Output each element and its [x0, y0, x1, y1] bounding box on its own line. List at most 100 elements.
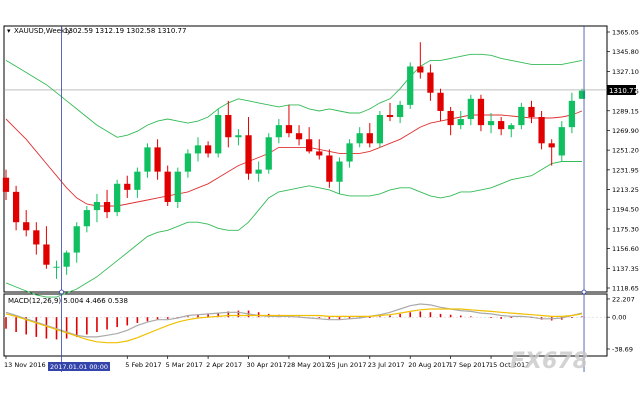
crosshair-handle	[581, 289, 587, 295]
candle-body	[316, 151, 323, 156]
candle-body	[265, 137, 272, 170]
time-axis-label: 5 Mar 2017	[166, 361, 203, 369]
candle-body	[12, 191, 20, 223]
time-axis-label: 25 Jun 2017	[327, 361, 366, 369]
candle-body	[457, 119, 464, 126]
price-axis-label: 1289.15	[612, 107, 639, 115]
candle-body	[427, 72, 434, 93]
macd-panel	[4, 303, 607, 344]
candle-body	[275, 125, 282, 138]
time-axis-label: 30 Apr 2017	[247, 361, 287, 369]
candle-body	[417, 66, 424, 73]
time-axis-label: 13 Nov 2016	[4, 361, 46, 369]
price-panel	[2, 42, 607, 298]
candle-body	[63, 252, 70, 267]
candle-body	[215, 115, 222, 154]
candle-body	[295, 133, 303, 140]
candle-body	[255, 169, 262, 174]
candle-body	[326, 155, 333, 182]
candle-body	[487, 121, 495, 126]
candle-body	[437, 92, 444, 111]
candle-body	[194, 145, 202, 154]
candle-body	[114, 183, 121, 213]
chart-window: 1365.051345.801327.101308.351289.151269.…	[0, 0, 640, 400]
candle-body	[23, 222, 30, 231]
macd-label: MACD(12,26,9) 5.004 4.466 0.538	[8, 297, 128, 305]
macd-main-line	[5, 303, 583, 338]
time-axis-label: 23 Jul 2017	[368, 361, 405, 369]
candle-body	[154, 147, 161, 172]
candle-body	[184, 153, 192, 172]
chart-title: XAUUSD,Weekly	[14, 27, 71, 35]
price-panel-frame	[3, 25, 608, 293]
time-axis-label: 5 Feb 2017	[125, 361, 161, 369]
candle-body	[2, 177, 10, 192]
symbol-dropdown-icon[interactable]: ▾	[7, 27, 11, 35]
candle-body	[134, 171, 141, 190]
time-axis-label: 20 Aug 2017	[408, 361, 450, 369]
candle-body	[306, 139, 313, 152]
bollinger-lower-line	[5, 161, 582, 298]
time-axis-label: 28 May 2017	[287, 361, 329, 369]
price-axis-label: 1345.80	[612, 48, 639, 56]
price-axis-label: 1231.95	[612, 166, 639, 174]
candle-body	[53, 266, 60, 268]
candle-body	[124, 183, 131, 190]
candle-body	[336, 161, 343, 182]
candle-body	[366, 133, 373, 144]
candle-body	[407, 66, 414, 105]
crosshair-handle	[59, 289, 64, 295]
candle-body	[558, 127, 565, 156]
candle-body	[225, 115, 232, 138]
candle-body	[43, 244, 50, 265]
time-axis-label: 2 Apr 2017	[206, 361, 242, 369]
crosshair-date-label: 2017.01.01 00:00	[50, 363, 108, 371]
macd-axis-label: -38.69	[612, 345, 633, 353]
candle-body	[528, 106, 535, 118]
candle-body	[376, 115, 384, 144]
price-axis-label: 1251.20	[612, 147, 639, 155]
price-axis-label: 1194.50	[612, 206, 639, 214]
candle-body	[467, 98, 474, 120]
watermark-logo: FX678	[510, 349, 588, 374]
candle-body	[386, 115, 394, 118]
candle-body	[508, 125, 515, 130]
time-axis-label: 17 Sep 2017	[449, 361, 490, 369]
price-axis-label: 1213.25	[612, 186, 639, 194]
candle-body	[204, 145, 212, 154]
moving-average-line	[5, 110, 583, 207]
candle-body	[518, 106, 525, 126]
price-axis-label: 1327.10	[612, 68, 639, 76]
axes: 1365.051345.801327.101308.351289.151269.…	[4, 26, 639, 372]
price-axis-label: 1118.65	[612, 285, 639, 293]
candle-body	[235, 135, 242, 138]
price-axis-label: 1156.60	[612, 245, 639, 253]
candle-body	[83, 210, 90, 227]
macd-axis-label: 22.207	[612, 295, 635, 303]
candle-body	[538, 117, 545, 144]
candle-body	[346, 143, 353, 162]
chart-canvas[interactable]: 1365.051345.801327.101308.351289.151269.…	[0, 0, 640, 400]
candle-body	[33, 230, 40, 245]
price-axis-label: 1137.35	[612, 265, 639, 273]
candle-body	[498, 121, 505, 130]
candle-body	[103, 201, 111, 213]
current-price-label: 1310.77	[609, 87, 638, 95]
candle-body	[548, 143, 555, 148]
price-axis-label: 1175.30	[612, 225, 639, 233]
bollinger-upper-line	[5, 53, 583, 138]
macd-axis-label: 0.00	[612, 314, 626, 322]
candle-body	[245, 135, 252, 174]
candle-body	[447, 110, 454, 126]
candle-body	[164, 171, 171, 202]
candle-body	[93, 201, 101, 211]
price-axis-label: 1365.05	[612, 29, 639, 37]
ohlc-header: 1302.59 1312.19 1302.58 1310.77	[64, 27, 186, 35]
candle-body	[285, 125, 293, 134]
candle-body	[73, 226, 80, 253]
candle-body	[144, 147, 151, 172]
candle-body	[477, 98, 485, 126]
candle-body	[356, 133, 363, 144]
candle-body	[174, 171, 181, 202]
candle-body	[396, 104, 404, 118]
